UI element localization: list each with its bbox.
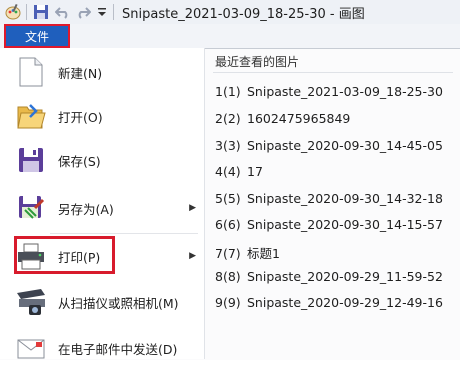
recent-item-name: 1602475965849	[247, 111, 351, 126]
menu-bar	[0, 24, 460, 48]
recent-item-name: Snipaste_2020-09-30_14-32-18	[247, 191, 443, 206]
undo-icon[interactable]	[55, 2, 71, 22]
menu-item-open[interactable]: 打开(O)	[14, 94, 200, 138]
menu-item-label: 从扫描仪或照相机(M)	[58, 295, 179, 311]
recent-item-name: Snipaste_2020-09-29_11-59-52	[247, 269, 443, 284]
recent-header-divider	[213, 72, 453, 73]
recent-item-number: 4(4)	[215, 164, 241, 179]
menu-item-label: 打开(O)	[58, 109, 103, 125]
recent-item-number: 5(5)	[215, 191, 241, 206]
menu-item-new[interactable]: 新建(N)	[14, 50, 200, 94]
recent-item-name: Snipaste_2020-09-30_14-45-05	[247, 138, 443, 153]
customize-quick-access-icon[interactable]	[97, 2, 107, 22]
recent-item[interactable]: 2(2) 1602475965849	[215, 111, 350, 126]
recent-item[interactable]: 5(5) Snipaste_2020-09-30_14-32-18	[215, 191, 443, 206]
recent-item[interactable]: 4(4) 17	[215, 164, 263, 179]
recent-item-name: Snipaste_2021-03-09_18-25-30	[247, 84, 443, 99]
submenu-arrow-icon: ▶	[189, 203, 196, 213]
menu-item-save[interactable]: 保存(S)	[14, 138, 200, 182]
window-title: Snipaste_2021-03-09_18-25-30 - 画图	[122, 6, 365, 22]
menu-item-save-as[interactable]: 另存为(A) ▶	[14, 186, 200, 230]
title-bar: Snipaste_2021-03-09_18-25-30 - 画图	[0, 0, 460, 25]
file-menu-tab[interactable]: 文件	[4, 24, 70, 48]
recent-item-number: 9(9)	[215, 295, 241, 310]
menu-item-label: 在电子邮件中发送(D)	[58, 341, 178, 357]
recent-item-name: Snipaste_2020-09-30_14-15-57	[247, 217, 443, 232]
redo-icon[interactable]	[75, 2, 91, 22]
recent-item[interactable]: 7(7) 标题1	[215, 243, 280, 262]
print-highlight-box	[14, 236, 115, 274]
recent-item-number: 7(7)	[215, 246, 241, 261]
save-as-icon	[14, 191, 48, 225]
menu-item-label: 另存为(A)	[58, 201, 114, 217]
submenu-arrow-icon: ▶	[189, 251, 196, 261]
menu-item-label: 保存(S)	[58, 153, 101, 169]
recent-item-number: 3(3)	[215, 138, 241, 153]
paint-app-icon[interactable]	[4, 2, 22, 22]
recent-item[interactable]: 1(1) Snipaste_2021-03-09_18-25-30	[215, 84, 443, 99]
recent-item[interactable]: 8(8) Snipaste_2020-09-29_11-59-52	[215, 269, 443, 284]
menu-item-scanner[interactable]: 从扫描仪或照相机(M)	[14, 280, 200, 324]
menu-item-label: 新建(N)	[58, 65, 103, 81]
recent-item-number: 2(2)	[215, 111, 241, 126]
save-icon[interactable]	[33, 2, 49, 22]
save-icon	[14, 143, 48, 177]
recent-pictures-header: 最近查看的图片	[215, 55, 300, 69]
recent-item[interactable]: 9(9) Snipaste_2020-09-29_12-49-16	[215, 295, 443, 310]
recent-item-number: 1(1)	[215, 84, 241, 99]
open-folder-icon	[14, 99, 48, 133]
recent-item-name: 17	[247, 164, 263, 179]
recent-item-number: 8(8)	[215, 269, 241, 284]
email-icon	[14, 331, 48, 365]
scanner-icon	[14, 285, 48, 319]
menu-item-email[interactable]: 在电子邮件中发送(D)	[14, 326, 200, 370]
recent-item-name: 标题1	[247, 246, 280, 261]
recent-item-number: 6(6)	[215, 217, 241, 232]
recent-item[interactable]: 6(6) Snipaste_2020-09-30_14-15-57	[215, 217, 443, 232]
new-file-icon	[14, 55, 48, 89]
recent-item-name: Snipaste_2020-09-29_12-49-16	[247, 295, 443, 310]
recent-item[interactable]: 3(3) Snipaste_2020-09-30_14-45-05	[215, 138, 443, 153]
